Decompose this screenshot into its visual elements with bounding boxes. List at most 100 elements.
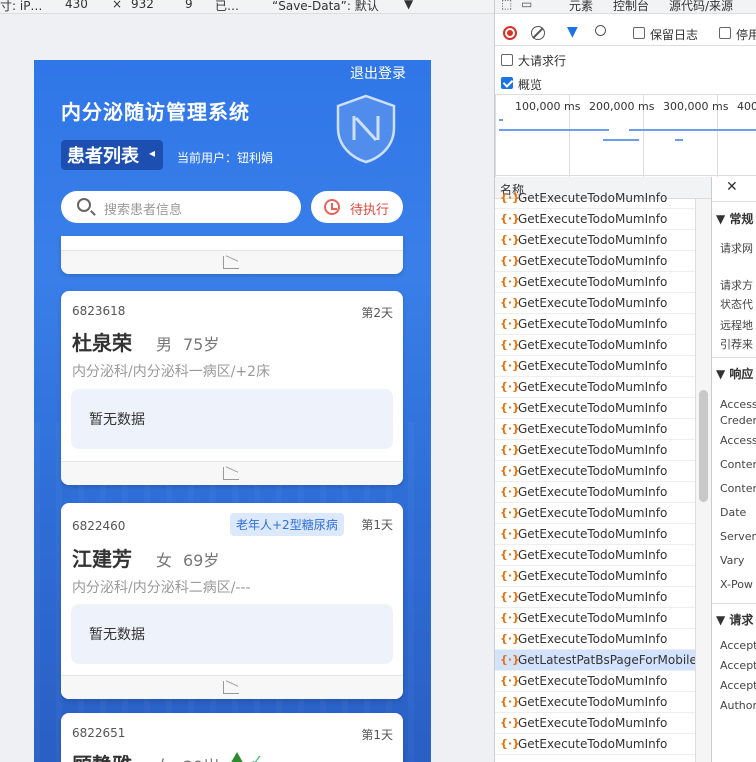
- trend-chart-icon[interactable]: [223, 256, 239, 269]
- tab-elements[interactable]: 元素: [569, 0, 593, 14]
- request-name: GetExecuteTodoMumInfo: [518, 569, 668, 583]
- request-row[interactable]: {·} GetExecuteTodoMumInfo: [495, 272, 695, 293]
- xhr-icon: {·}: [500, 191, 520, 204]
- header-item: 状态代: [720, 298, 753, 311]
- patient-id: 6822460: [72, 519, 126, 533]
- request-row[interactable]: {·} GetExecuteTodoMumInfo: [495, 419, 695, 440]
- save-data-select[interactable]: “Save-Data”: 默认: [272, 0, 379, 13]
- devtools-panel: ⬚ ▭ 元素 控制台 源代码/来源 ▼ 保留日志 停用 大请求行 概览 100,…: [494, 0, 756, 762]
- timeline-tick-label: 100,000 ms: [515, 100, 581, 113]
- large-rows-checkbox[interactable]: [501, 54, 513, 66]
- patient-card[interactable]: 6822651 第1天 顾静雅 女 29岁 ✓: [61, 713, 403, 762]
- trend-chart-icon[interactable]: [223, 467, 239, 480]
- request-row[interactable]: {·} GetExecuteTodoMumInfo: [495, 293, 695, 314]
- large-rows-label: 大请求行: [518, 54, 567, 68]
- request-name: GetExecuteTodoMumInfo: [518, 233, 668, 247]
- timeline-tick-label: 300,000 ms: [663, 100, 729, 113]
- patient-name: 杜泉荣: [72, 331, 132, 355]
- request-row[interactable]: {·} GetExecuteTodoMumInfo: [495, 398, 695, 419]
- close-icon[interactable]: ✕: [726, 179, 738, 195]
- request-row[interactable]: {·} GetExecuteTodoMumInfo: [495, 440, 695, 461]
- header-item: 引荐来: [720, 338, 753, 351]
- request-headers-section[interactable]: ▼ 请求: [716, 611, 753, 628]
- search-input[interactable]: 搜索患者信息: [61, 191, 301, 223]
- request-row[interactable]: {·} GetExecuteTodoMumInfo: [495, 230, 695, 251]
- patient-card[interactable]: 6822460 老年人+2型糖尿病 第1天 江建芳 女 69岁 内分泌科/内分泌…: [61, 503, 403, 699]
- no-data-box: 暂无数据: [71, 604, 393, 664]
- pending-button[interactable]: 待执行: [311, 191, 403, 223]
- request-row[interactable]: {·} GetExecuteTodoMumInfo: [495, 566, 695, 587]
- clock-icon: [324, 199, 340, 215]
- request-row[interactable]: {·} GetExecuteTodoMumInfo: [495, 209, 695, 230]
- patient-sex: 女: [156, 753, 172, 762]
- request-name: GetExecuteTodoMumInfo: [518, 716, 668, 730]
- throttle-select[interactable]: 已…: [215, 0, 239, 13]
- viewport-width-input[interactable]: 430: [65, 0, 88, 11]
- hospital-day: 第1天: [361, 518, 393, 532]
- tab-label: 患者列表: [67, 146, 139, 167]
- request-row[interactable]: {·} GetLatestPatBsPageForMobile: [495, 650, 695, 671]
- patient-card[interactable]: [61, 236, 403, 274]
- request-row[interactable]: {·} GetExecuteTodoMumInfo: [495, 608, 695, 629]
- xhr-icon: {·}: [500, 296, 520, 309]
- timeline-tick-label: 400: [737, 100, 756, 113]
- request-row[interactable]: {·} GetExecuteTodoMumInfo: [495, 734, 695, 755]
- overview-label: 概览: [518, 78, 543, 92]
- request-list: {·} GetExecuteTodoMumInfo {·} GetExecuteTod…: [495, 191, 695, 762]
- record-icon[interactable]: [503, 26, 517, 40]
- filter-icon[interactable]: ▼: [567, 24, 578, 40]
- viewport-height-input[interactable]: 932: [131, 0, 154, 11]
- tab-patient-list[interactable]: 患者列表 ◂: [61, 140, 163, 170]
- request-row[interactable]: {·} GetExecuteTodoMumInfo: [495, 377, 695, 398]
- scrollbar-thumb[interactable]: [699, 390, 708, 502]
- disable-cache-label: 停用: [736, 28, 756, 42]
- general-section-header[interactable]: ▼ 常规: [716, 210, 753, 227]
- overview-checkbox[interactable]: [501, 77, 513, 89]
- chevron-down-icon[interactable]: ▼: [404, 0, 413, 11]
- request-name: GetExecuteTodoMumInfo: [518, 674, 668, 688]
- request-row[interactable]: {·} GetExecuteTodoMumInfo: [495, 713, 695, 734]
- patient-card[interactable]: 6823618 第2天 杜泉荣 男 75岁 内分泌科/内分泌科一病区/+2床 暂…: [61, 291, 403, 485]
- mobile-app-screen: 退出登录 内分泌随访管理系统 患者列表 ◂ 当前用户：钮利娟 搜索患者信息 待执…: [34, 60, 431, 762]
- request-row[interactable]: {·} GetExecuteTodoMumInfo: [495, 524, 695, 545]
- search-icon[interactable]: [595, 25, 606, 36]
- preserve-log-checkbox[interactable]: [633, 27, 645, 39]
- card-footer[interactable]: [61, 250, 403, 274]
- disable-cache-checkbox[interactable]: [719, 27, 731, 39]
- request-row[interactable]: {·} GetExecuteTodoMumInfo: [495, 692, 695, 713]
- request-row[interactable]: {·} GetExecuteTodoMumInfo: [495, 629, 695, 650]
- request-row[interactable]: {·} GetExecuteTodoMumInfo: [495, 482, 695, 503]
- device-select[interactable]: 寸: iP…: [0, 0, 42, 13]
- request-row[interactable]: {·} GetExecuteTodoMumInfo: [495, 251, 695, 272]
- request-list-scrollbar[interactable]: [695, 199, 711, 762]
- network-overview-timeline[interactable]: 100,000 ms 200,000 ms 300,000 ms 400: [495, 94, 756, 177]
- trend-chart-icon[interactable]: [223, 681, 239, 694]
- xhr-icon: {·}: [500, 380, 520, 393]
- response-headers-section[interactable]: ▼ 响应: [716, 365, 753, 382]
- logout-link[interactable]: 退出登录: [350, 63, 406, 83]
- patient-age: 75岁: [183, 335, 220, 354]
- tab-console[interactable]: 控制台: [613, 0, 649, 14]
- request-row[interactable]: {·} GetExecuteTodoMumInfo: [495, 503, 695, 524]
- tab-sources[interactable]: 源代码/来源: [669, 0, 733, 14]
- request-row[interactable]: {·} GetExecuteTodoMumInfo: [495, 356, 695, 377]
- clear-icon[interactable]: [531, 26, 545, 40]
- request-row[interactable]: {·} GetExecuteTodoMumInfo: [495, 671, 695, 692]
- request-row[interactable]: {·} GetExecuteTodoMumInfo: [495, 335, 695, 356]
- card-footer[interactable]: [61, 675, 403, 699]
- patient-age: 29岁: [183, 753, 219, 762]
- header-item: X-Pow: [720, 578, 753, 591]
- request-row[interactable]: {·} GetExecuteTodoMumInfo: [495, 587, 695, 608]
- request-name: GetExecuteTodoMumInfo: [518, 359, 668, 373]
- zoom-select[interactable]: 9: [185, 0, 193, 11]
- request-row[interactable]: {·} GetExecuteTodoMumInfo: [495, 461, 695, 482]
- request-row[interactable]: {·} GetExecuteTodoMumInfo: [495, 314, 695, 335]
- request-row[interactable]: {·} GetExecuteTodoMumInfo: [495, 545, 695, 566]
- header-item: 远程地: [720, 319, 753, 332]
- request-row[interactable]: {·} GetExecuteTodoMumInfo: [495, 188, 695, 209]
- patient-sex: 女: [156, 551, 173, 570]
- device-toggle-icon[interactable]: ▭: [521, 0, 532, 11]
- card-footer[interactable]: [61, 461, 403, 485]
- inspect-icon[interactable]: ⬚: [501, 0, 512, 11]
- header-item: Server: [720, 530, 756, 543]
